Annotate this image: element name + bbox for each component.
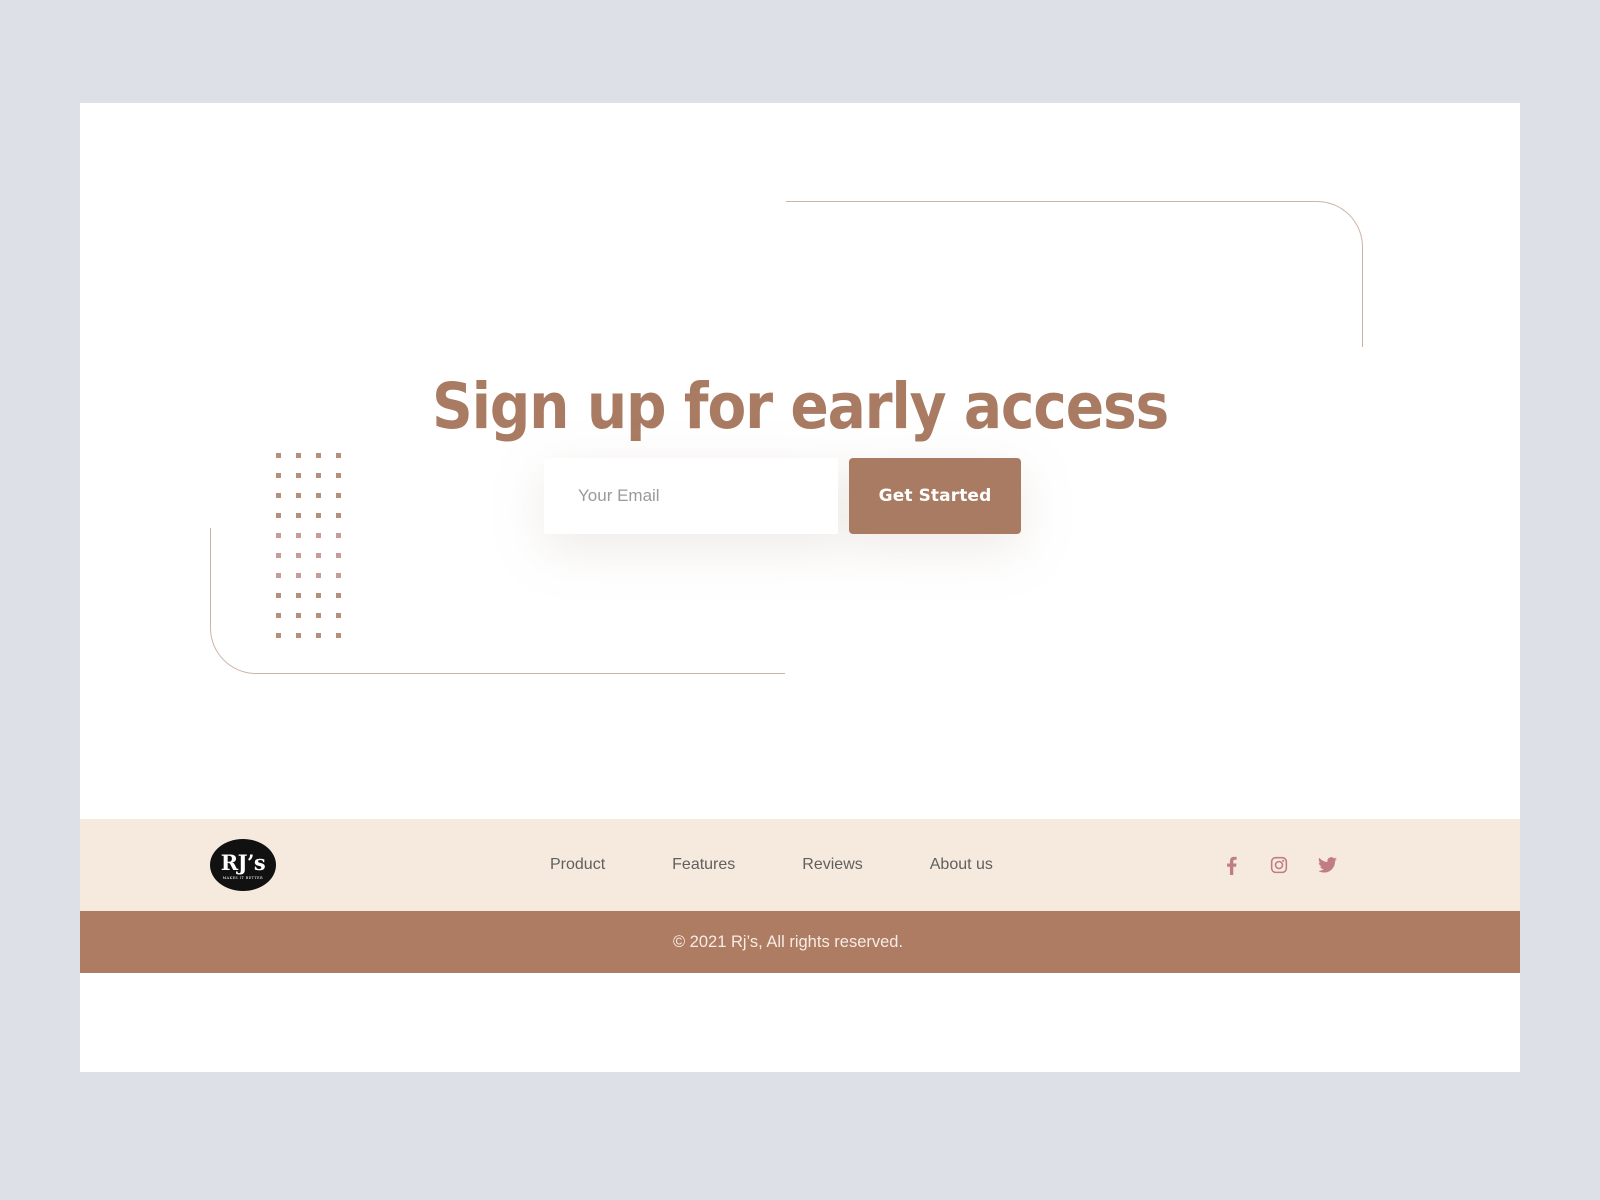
dot: [336, 553, 341, 558]
twitter-icon: [1317, 857, 1337, 873]
page-title: Sign up for early access: [431, 370, 1169, 444]
dot: [336, 613, 341, 618]
get-started-button[interactable]: Get Started: [849, 458, 1021, 534]
logo-wordmark: RJ’s: [220, 849, 266, 875]
footer-nav-item-reviews[interactable]: Reviews: [802, 856, 862, 874]
dot: [296, 533, 301, 538]
social-links: [1221, 855, 1337, 875]
dot: [276, 613, 281, 618]
dot: [296, 573, 301, 578]
facebook-link[interactable]: [1221, 855, 1241, 875]
signup-form: Get Started: [544, 458, 1021, 534]
dot: [336, 513, 341, 518]
footer-nav-item-product[interactable]: Product: [550, 856, 605, 874]
dot: [296, 613, 301, 618]
dot: [296, 593, 301, 598]
dot: [336, 573, 341, 578]
footer: RJ’s MAKES IT BETTER Product Features Re…: [80, 819, 1520, 911]
dot: [336, 453, 341, 458]
dot: [316, 533, 321, 538]
copyright-text: © 2021 Rj’s, All rights reserved.: [672, 932, 904, 951]
dot: [296, 473, 301, 478]
dot: [336, 633, 341, 638]
dot: [296, 493, 301, 498]
dot: [276, 593, 281, 598]
dot: [316, 493, 321, 498]
twitter-link[interactable]: [1317, 855, 1337, 875]
instagram-link[interactable]: [1269, 855, 1289, 875]
dot: [296, 633, 301, 638]
logo-oval: RJ’s MAKES IT BETTER: [210, 839, 276, 891]
dot: [276, 533, 281, 538]
footer-nav: Product Features Reviews About us: [550, 856, 993, 874]
footer-nav-item-features[interactable]: Features: [672, 856, 735, 874]
facebook-icon: [1226, 856, 1237, 875]
copyright-bar: © 2021 Rj’s, All rights reserved.: [80, 911, 1520, 973]
dot: [276, 513, 281, 518]
dot: [316, 453, 321, 458]
dot: [316, 613, 321, 618]
footer-logo[interactable]: RJ’s MAKES IT BETTER: [210, 839, 276, 891]
dot: [296, 453, 301, 458]
logo-tagline: MAKES IT BETTER: [222, 875, 264, 880]
page-card: Sign up for early access Get Started RJ’…: [80, 103, 1520, 1072]
dot: [276, 633, 281, 638]
dot: [336, 533, 341, 538]
dot: [316, 513, 321, 518]
dot: [316, 593, 321, 598]
dot: [316, 553, 321, 558]
dot: [276, 493, 281, 498]
dot: [276, 453, 281, 458]
decorative-dot-grid: [276, 453, 356, 653]
dot: [296, 553, 301, 558]
footer-nav-item-about-us[interactable]: About us: [930, 856, 993, 874]
dot: [336, 493, 341, 498]
dot: [316, 473, 321, 478]
email-field[interactable]: [544, 458, 838, 534]
dot: [316, 573, 321, 578]
dot: [296, 513, 301, 518]
decorative-corner-line-top-right: [786, 201, 1363, 347]
instagram-icon: [1270, 856, 1288, 874]
dot: [316, 633, 321, 638]
dot: [336, 593, 341, 598]
dot: [276, 473, 281, 478]
dot: [276, 573, 281, 578]
dot: [276, 553, 281, 558]
dot: [336, 473, 341, 478]
